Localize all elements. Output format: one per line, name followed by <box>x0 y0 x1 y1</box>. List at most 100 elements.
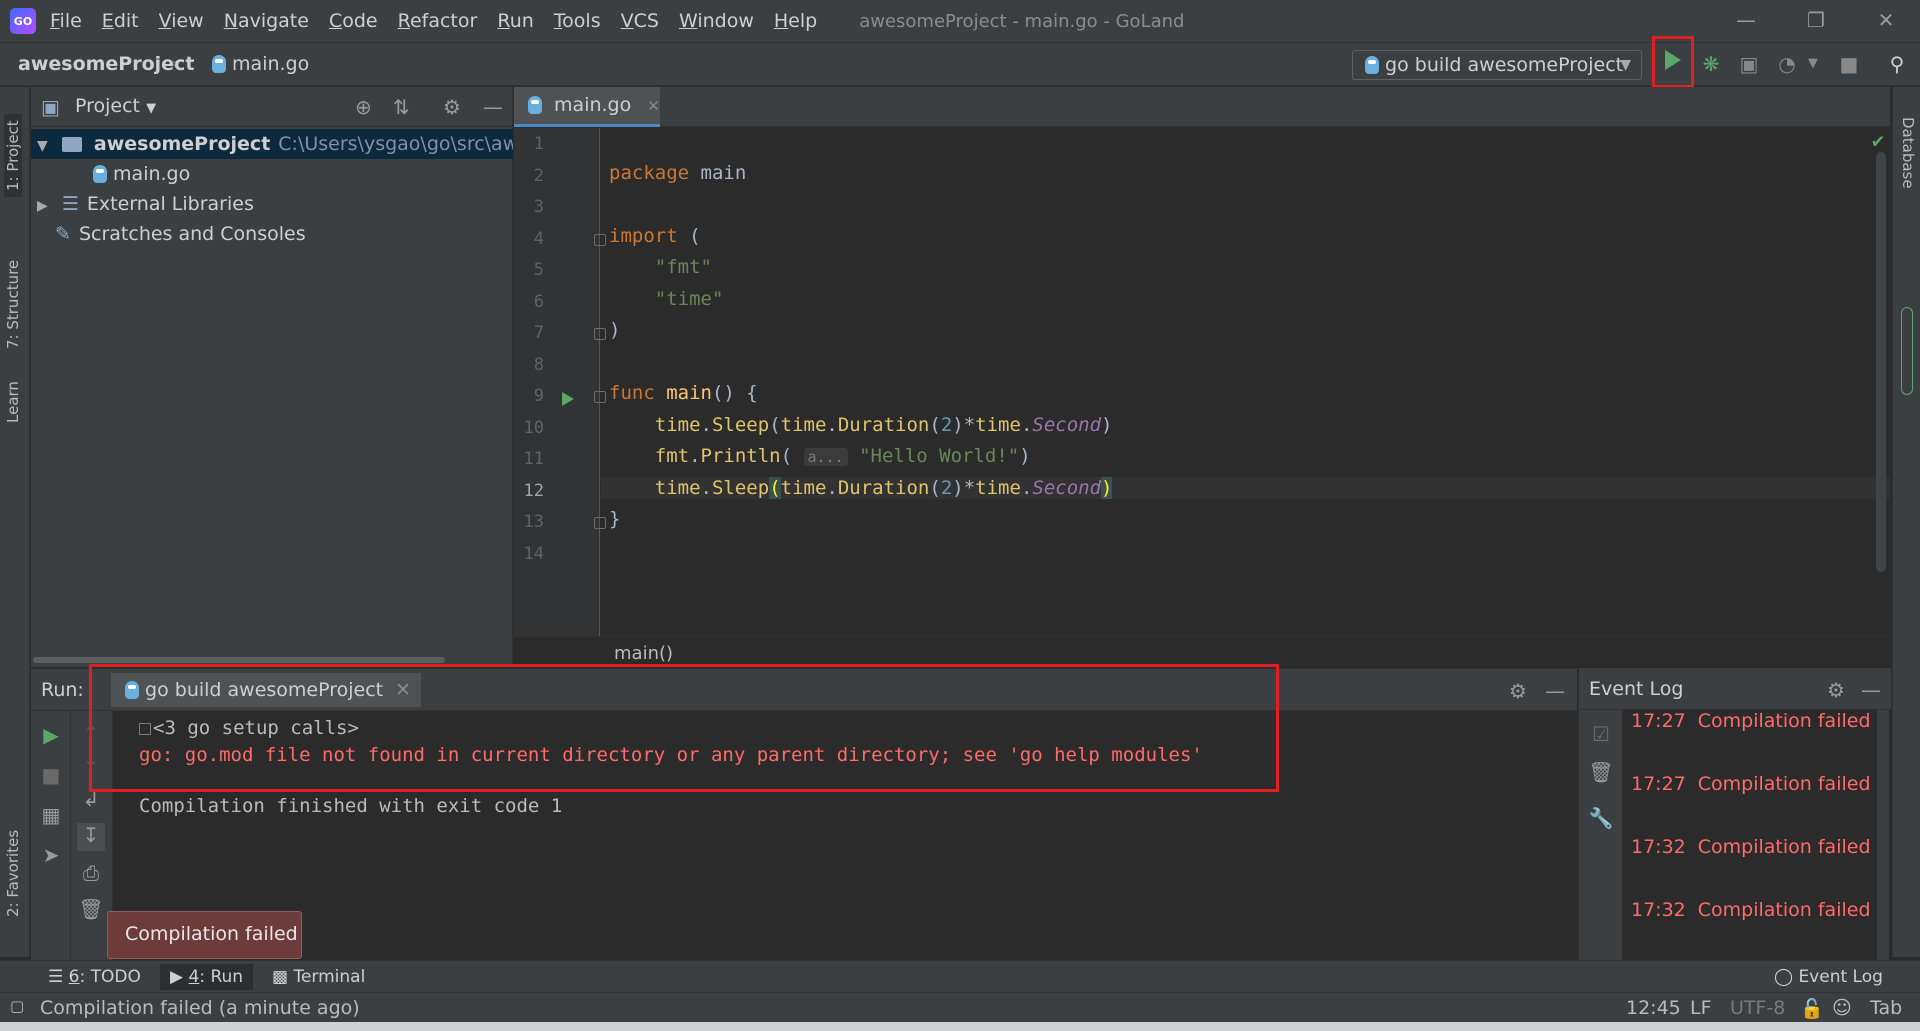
fold-marker-icon[interactable] <box>594 328 606 340</box>
minimize-icon[interactable]: — <box>1726 8 1766 34</box>
menu-run[interactable]: Run <box>497 10 533 32</box>
goland-logo-icon: GO <box>10 8 36 34</box>
list-icon: ☰ <box>48 967 64 987</box>
menu-refactor[interactable]: Refactor <box>398 10 478 32</box>
code-line-5: "fmt" <box>654 256 712 278</box>
tab-run[interactable]: ▶ 4: Run <box>160 964 254 990</box>
breadcrumb-file[interactable]: main.go <box>212 53 309 75</box>
tab-structure[interactable]: 7: Structure <box>4 260 22 349</box>
tab-terminal[interactable]: ▩ Terminal <box>272 967 365 987</box>
tree-item-label: External Libraries <box>86 193 254 215</box>
tree-item-scratches[interactable]: ✎ Scratches and Consoles <box>31 219 306 249</box>
file-encoding[interactable]: UTF-8 <box>1730 997 1785 1019</box>
menu-edit[interactable]: Edit <box>102 10 139 32</box>
pin-icon[interactable]: ➤ <box>37 843 65 871</box>
editor-scrollbar[interactable] <box>1876 152 1886 572</box>
bottom-tool-tabs: ☰ 6: TODO ▶ 4: Run ▩ Terminal ◯ Event Lo… <box>0 960 1920 992</box>
print-icon[interactable]: ⎙ <box>77 861 105 889</box>
line-number: 1 <box>533 134 544 154</box>
event-log-scrollbar[interactable] <box>1877 710 1889 960</box>
breadcrumb-separator-icon: › <box>170 53 178 74</box>
inspector-icon[interactable]: ☺ <box>1832 997 1852 1019</box>
locate-icon[interactable]: ⊕ <box>355 95 372 119</box>
tree-item-root[interactable]: ▼ awesomeProject C:\Users\ysgao\go\src\aw… <box>31 129 513 159</box>
tree-item-label: Scratches and Consoles <box>78 223 306 245</box>
line-separator[interactable]: LF <box>1690 997 1712 1019</box>
wrench-icon[interactable]: 🔧 <box>1587 806 1615 834</box>
tab-todo[interactable]: ☰ 6: TODO <box>48 967 141 987</box>
caret-position[interactable]: 12:45 <box>1626 997 1681 1019</box>
run-configuration-label: go build awesomeProject <box>1385 54 1624 76</box>
gear-icon[interactable]: ⚙ <box>1827 678 1845 702</box>
tab-main-go[interactable]: main.go ✕ <box>514 87 660 127</box>
chevron-down-icon[interactable]: ▼ <box>1800 56 1826 82</box>
balloon-notification[interactable]: Compilation failed <box>107 911 302 959</box>
breadcrumb-function[interactable]: main() <box>614 643 673 664</box>
line-number: 13 <box>523 512 544 532</box>
close-window-icon[interactable]: ✕ <box>1866 8 1906 34</box>
tab-event-log[interactable]: ◯ Event Log <box>1774 967 1883 987</box>
status-message[interactable]: Compilation failed (a minute ago) <box>40 997 360 1019</box>
tab-database[interactable]: Database <box>1899 117 1917 189</box>
indent-setting[interactable]: Tab <box>1870 997 1902 1019</box>
run-configuration-select[interactable]: go build awesomeProject ▼ <box>1352 50 1642 80</box>
fold-marker-icon[interactable] <box>594 234 606 246</box>
mark-read-icon[interactable]: ☑ <box>1587 722 1615 750</box>
hide-icon[interactable]: — <box>1545 679 1565 703</box>
run-gutter-icon[interactable] <box>562 392 574 406</box>
event-log-entry[interactable]: 17:27 Compilation failed <box>1631 773 1871 795</box>
status-bar: ▢ Compilation failed (a minute ago) 12:4… <box>0 992 1920 1022</box>
tree-item-external-libraries[interactable]: ▶ ☰ External Libraries <box>31 189 254 219</box>
expand-arrow-icon: ▶ <box>37 198 48 214</box>
close-tab-icon[interactable]: ✕ <box>647 97 660 115</box>
line-number: 11 <box>523 449 544 469</box>
fold-marker-icon[interactable] <box>594 517 606 529</box>
menu-vcs[interactable]: VCS <box>621 10 659 32</box>
restore-icon[interactable]: ❐ <box>1796 8 1836 34</box>
hide-icon[interactable]: — <box>483 95 503 119</box>
menu-code[interactable]: Code <box>329 10 378 32</box>
menu-view[interactable]: View <box>159 10 204 32</box>
tree-item-main-go[interactable]: main.go <box>31 159 190 189</box>
stop-icon[interactable]: ■ <box>1836 52 1862 78</box>
trash-icon[interactable]: 🗑 <box>1587 760 1615 788</box>
layout-icon[interactable]: ▦ <box>37 803 65 831</box>
profile-icon[interactable]: ◔ <box>1774 52 1800 78</box>
scroll-to-end-icon[interactable]: ↧ <box>77 823 105 851</box>
tab-favorites[interactable]: 2: Favorites <box>4 830 22 917</box>
hide-icon[interactable]: — <box>1861 678 1881 702</box>
menu-help[interactable]: Help <box>774 10 817 32</box>
search-icon[interactable]: ⚲ <box>1884 52 1910 78</box>
event-log-entry[interactable]: 17:32 Compilation failed <box>1631 836 1871 858</box>
menu-window[interactable]: Window <box>679 10 754 32</box>
play-icon: ▶ <box>170 967 184 987</box>
project-view-select[interactable]: Project ▼ <box>75 95 156 117</box>
go-file-icon <box>93 165 107 183</box>
menu-tools[interactable]: Tools <box>554 10 601 32</box>
folder-icon <box>61 137 82 152</box>
lock-icon[interactable]: 🔓 <box>1800 997 1824 1020</box>
stop-icon[interactable]: ■ <box>37 763 65 791</box>
editor-tab-bar: main.go ✕ <box>514 87 1890 127</box>
collapse-all-icon[interactable]: ⇅ <box>393 95 410 119</box>
fold-marker-icon[interactable] <box>594 391 606 403</box>
run-button[interactable] <box>1652 36 1694 88</box>
gear-icon[interactable]: ⚙ <box>443 95 461 119</box>
parameter-hint: a... <box>803 448 848 466</box>
debug-icon[interactable]: ❋ <box>1698 52 1724 78</box>
rerun-icon[interactable]: ▶ <box>37 723 65 751</box>
tab-learn[interactable]: Learn <box>4 381 22 423</box>
tab-project[interactable]: 1: Project <box>4 114 22 197</box>
trash-icon[interactable]: 🗑 <box>77 897 105 925</box>
menu-navigate[interactable]: Navigate <box>224 10 309 32</box>
code-editor[interactable]: 1 2 3 4 5 6 7 8 9 10 11 12 13 14 package… <box>514 128 1890 636</box>
menu-file[interactable]: File <box>50 10 82 32</box>
gear-icon[interactable]: ⚙ <box>1509 679 1527 703</box>
line-number: 3 <box>533 197 544 217</box>
event-log-entry[interactable]: 17:27 Compilation failed <box>1631 710 1871 732</box>
tool-windows-icon[interactable]: ▢ <box>10 997 24 1015</box>
horizontal-scrollbar[interactable] <box>33 657 445 663</box>
breadcrumb-project[interactable]: awesomeProject <box>18 53 194 75</box>
event-log-entry[interactable]: 17:32 Compilation failed <box>1631 899 1871 921</box>
coverage-icon[interactable]: ▣ <box>1736 52 1762 78</box>
